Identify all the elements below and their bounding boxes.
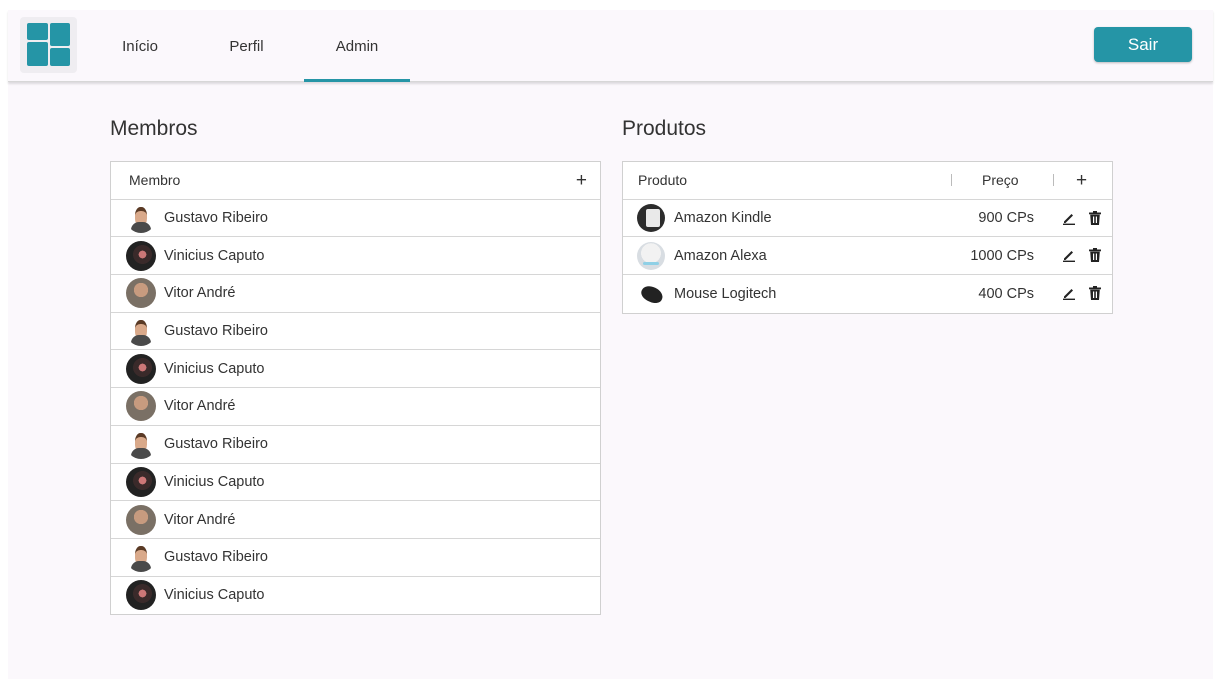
member-name: Vitor André [164,511,236,528]
avatar [126,353,156,384]
member-name: Vinicius Caputo [164,247,265,264]
product-name: Amazon Kindle [674,210,772,227]
table-row[interactable]: Vinicius Caputo [111,350,600,389]
avatar [126,278,156,309]
members-title: Membros [110,117,198,140]
avatar [126,580,156,611]
logo-block [27,23,48,40]
add-member-plus-icon[interactable]: + [576,171,587,190]
products-header-row: Produto Preço + [623,162,1112,200]
tab-perfil[interactable]: Perfil [213,10,280,82]
member-name: Vinicius Caputo [164,587,265,604]
members-list: Gustavo Ribeiro Vinicius Caputo Vitor Andr… [111,200,600,615]
product-mouse-image [637,279,665,308]
avatar [126,391,156,422]
edit-pencil-icon[interactable] [1062,286,1076,301]
member-name: Vitor André [164,398,236,415]
member-name: Vinicius Caputo [164,473,265,490]
product-name: Mouse Logitech [674,285,777,302]
avatar [126,542,156,573]
products-table: Produto Preço + Amazon Kindle 900 CPs Amaz… [622,161,1113,314]
member-name: Gustavo Ribeiro [164,210,268,227]
delete-trash-icon[interactable] [1089,210,1103,225]
column-header-member: Membro [129,172,181,189]
table-row[interactable]: Vinicius Caputo [111,577,600,615]
product-price: 400 CPs [978,285,1034,302]
member-name: Gustavo Ribeiro [164,549,268,566]
tab-label: Início [122,37,158,55]
column-header-product: Produto [638,172,688,189]
products-title: Produtos [622,117,707,140]
table-row[interactable]: Amazon Kindle 900 CPs [623,200,1112,238]
avatar [126,429,156,460]
app-logo [20,17,77,73]
table-row[interactable]: Gustavo Ribeiro [111,313,600,351]
delete-trash-icon[interactable] [1089,248,1103,263]
column-separator [951,174,952,186]
tab-inicio[interactable]: Início [108,10,172,82]
table-row[interactable]: Vitor André [111,275,600,313]
avatar [126,504,156,535]
tab-label: Perfil [229,37,264,55]
members-header-row: Membro + [111,162,600,200]
avatar [126,466,156,497]
avatar [126,203,156,234]
table-row[interactable]: Gustavo Ribeiro [111,539,600,577]
table-row[interactable]: Amazon Alexa 1000 CPs [623,237,1112,276]
app-frame: Início Perfil Admin Sair Membros Membro … [8,10,1213,679]
avatar [126,240,156,271]
table-row[interactable]: Gustavo Ribeiro [111,200,600,238]
logo-block [50,23,70,46]
product-price: 900 CPs [978,210,1034,227]
table-row[interactable]: Vinicius Caputo [111,464,600,502]
delete-trash-icon[interactable] [1089,286,1103,301]
tab-label: Admin [335,37,379,55]
logout-button[interactable]: Sair [1094,27,1192,62]
logo-block [27,42,48,66]
table-row[interactable]: Gustavo Ribeiro [111,426,600,464]
member-name: Gustavo Ribeiro [164,323,268,340]
product-name: Amazon Alexa [674,247,767,264]
member-name: Vinicius Caputo [164,360,265,377]
table-row[interactable]: Vitor André [111,388,600,426]
edit-pencil-icon[interactable] [1062,248,1076,263]
product-price: 1000 CPs [970,247,1034,264]
members-table: Membro + Gustavo Ribeiro Vinicius Caputo V… [110,161,601,616]
add-product-plus-icon[interactable]: + [1076,171,1087,190]
table-row[interactable]: Mouse Logitech 400 CPs [623,275,1112,313]
member-name: Gustavo Ribeiro [164,436,268,453]
product-kindle-image [637,204,665,233]
products-list: Amazon Kindle 900 CPs Amazon Alexa 1000 CPs… [623,200,1112,313]
column-separator [1053,174,1054,186]
table-row[interactable]: Vitor André [111,501,600,539]
avatar [126,316,156,347]
edit-pencil-icon[interactable] [1062,211,1076,225]
logo-block [50,48,70,66]
tab-admin[interactable]: Admin [304,10,410,82]
top-nav-bar: Início Perfil Admin Sair [8,10,1213,82]
column-header-price: Preço [982,172,1019,189]
member-name: Vitor André [164,285,236,302]
table-row[interactable]: Vinicius Caputo [111,237,600,276]
product-alexa-image [637,241,665,270]
